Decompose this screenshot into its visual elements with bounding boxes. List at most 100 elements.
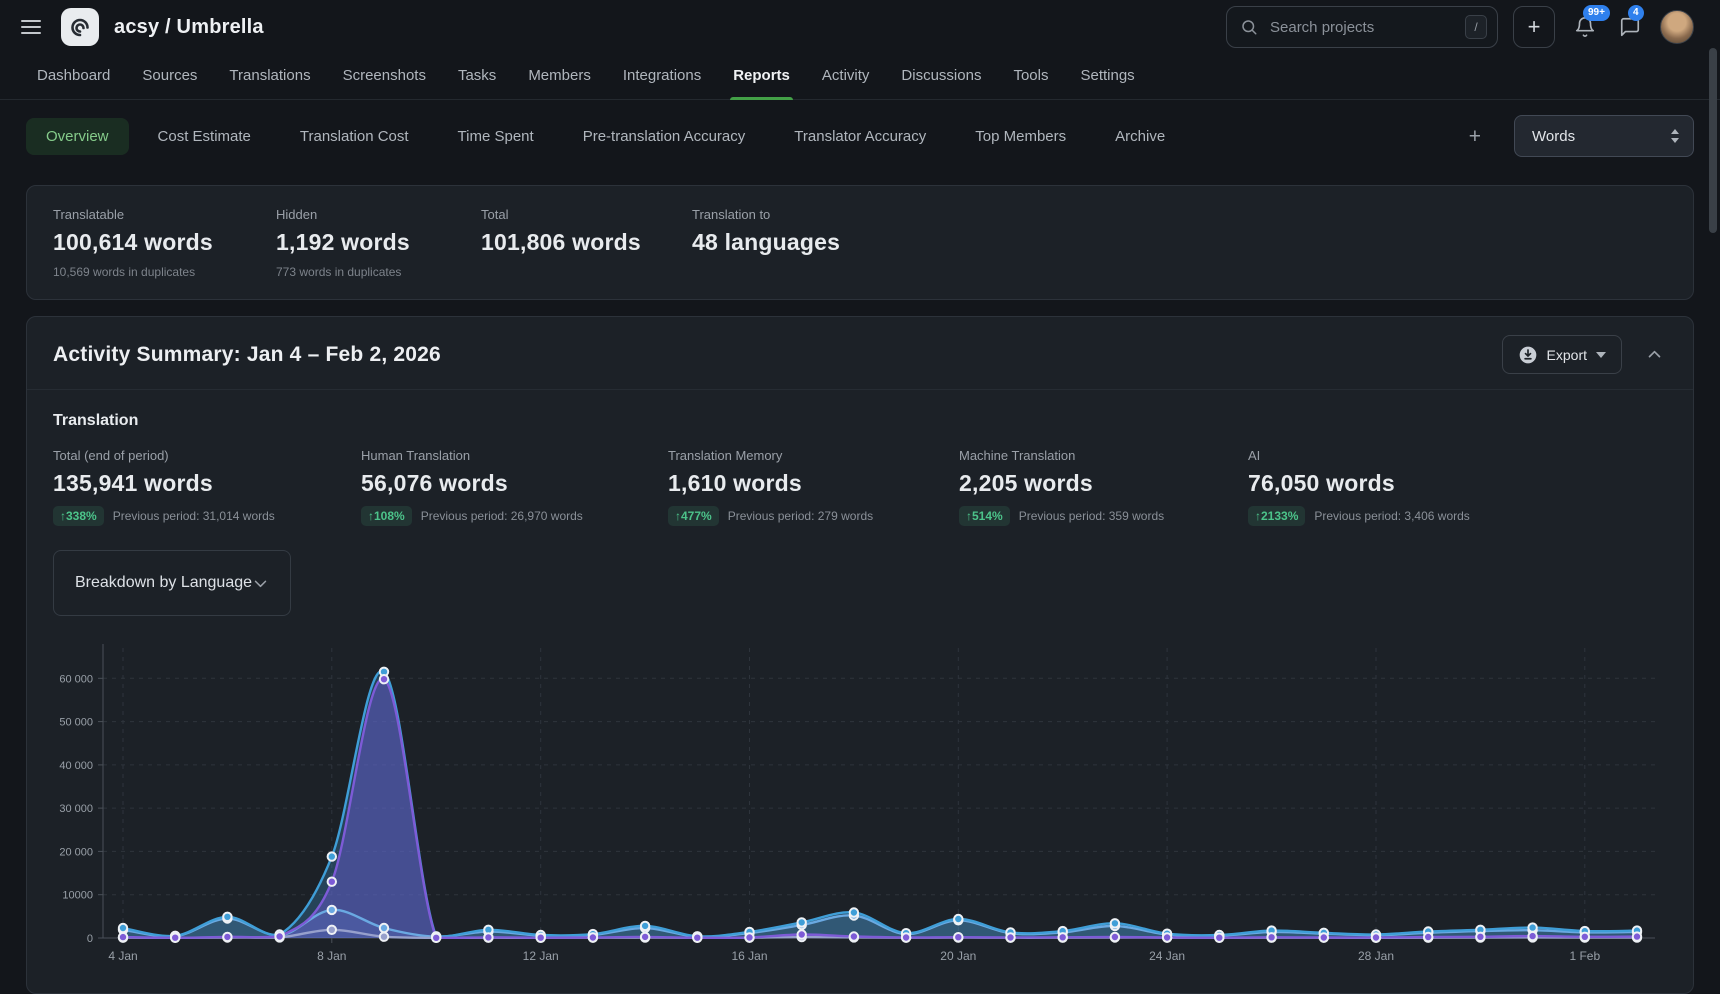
translation-stats-row: Total (end of period) 135,941 words ↑338… (53, 448, 1667, 526)
subtab-cost-estimate[interactable]: Cost Estimate (138, 118, 271, 155)
hamburger-menu-icon[interactable] (16, 15, 46, 39)
nav-item-tools[interactable]: Tools (1012, 54, 1049, 99)
breakdown-label: Breakdown by Language (75, 574, 252, 592)
svg-text:20 Jan: 20 Jan (940, 949, 976, 963)
search-input[interactable] (1268, 18, 1455, 37)
unit-select-value: Words (1532, 128, 1575, 145)
stat-label: Translation to (692, 207, 1667, 222)
previous-period-text: Previous period: 3,406 words (1314, 509, 1469, 523)
activity-chart-wrap: 01000020 00030 00040 00050 00060 0004 Ja… (27, 616, 1693, 993)
words-summary-card: Translatable 100,614 words 10,569 words … (26, 185, 1694, 300)
chevron-up-icon (1646, 346, 1663, 363)
messages-button[interactable]: 4 (1615, 12, 1645, 42)
scrollbar-thumb[interactable] (1709, 48, 1717, 233)
search-box[interactable]: / (1226, 6, 1498, 48)
stat-value: 48 languages (692, 229, 1667, 256)
svg-text:28 Jan: 28 Jan (1358, 949, 1394, 963)
user-avatar[interactable] (1660, 10, 1694, 44)
svg-text:16 Jan: 16 Jan (731, 949, 767, 963)
create-project-button[interactable]: + (1513, 6, 1555, 48)
stat-value: 1,192 words (276, 229, 481, 256)
subtab-overview[interactable]: Overview (26, 118, 129, 155)
nav-item-members[interactable]: Members (527, 54, 592, 99)
svg-text:12 Jan: 12 Jan (523, 949, 559, 963)
delta-badge: ↑514% (959, 506, 1010, 526)
svg-text:20 000: 20 000 (59, 846, 93, 858)
nav-item-screenshots[interactable]: Screenshots (342, 54, 427, 99)
add-report-button[interactable]: + (1457, 122, 1493, 151)
svg-text:0: 0 (87, 933, 93, 945)
nav-item-tasks[interactable]: Tasks (457, 54, 497, 99)
stat-translatable: Translatable 100,614 words 10,569 words … (53, 207, 276, 279)
svg-text:1 Feb: 1 Feb (1569, 949, 1600, 963)
translation-section: Translation Total (end of period) 135,94… (27, 390, 1693, 526)
nav-item-sources[interactable]: Sources (141, 54, 198, 99)
svg-text:50 000: 50 000 (59, 717, 93, 729)
stat-translation-to: Translation to 48 languages (692, 207, 1667, 279)
svg-text:30 000: 30 000 (59, 803, 93, 815)
nav-item-dashboard[interactable]: Dashboard (36, 54, 111, 99)
stat-value: 1,610 words (668, 470, 959, 497)
previous-period-text: Previous period: 279 words (728, 509, 873, 523)
svg-text:40 000: 40 000 (59, 760, 93, 772)
reports-subnav: Overview Cost Estimate Translation Cost … (0, 100, 1720, 171)
subtab-time-spent[interactable]: Time Spent (438, 118, 554, 155)
stat-label: Translation Memory (668, 448, 959, 463)
stat-machine-translation: Machine Translation 2,205 words ↑514% Pr… (959, 448, 1248, 526)
stat-ai: AI 76,050 words ↑2133% Previous period: … (1248, 448, 1667, 526)
stat-human-translation: Human Translation 56,076 words ↑108% Pre… (361, 448, 668, 526)
content: Translatable 100,614 words 10,569 words … (0, 171, 1720, 994)
activity-header: Activity Summary: Jan 4 – Feb 2, 2026 Ex… (27, 317, 1693, 389)
activity-title: Activity Summary: Jan 4 – Feb 2, 2026 (53, 343, 1502, 367)
stat-value: 101,806 words (481, 229, 692, 256)
stat-label: Machine Translation (959, 448, 1248, 463)
previous-period-text: Previous period: 359 words (1019, 509, 1164, 523)
download-icon (1518, 345, 1538, 365)
translation-section-title: Translation (53, 412, 1667, 430)
subtab-archive[interactable]: Archive (1095, 118, 1185, 155)
stat-label: Total (end of period) (53, 448, 361, 463)
stat-value: 56,076 words (361, 470, 668, 497)
svg-text:8 Jan: 8 Jan (317, 949, 346, 963)
activity-summary-card: Activity Summary: Jan 4 – Feb 2, 2026 Ex… (26, 316, 1694, 994)
svg-text:24 Jan: 24 Jan (1149, 949, 1185, 963)
nav-item-activity[interactable]: Activity (821, 54, 871, 99)
messages-badge: 4 (1628, 5, 1644, 21)
select-arrows-icon (1670, 128, 1680, 144)
caret-down-icon (1596, 352, 1606, 358)
stat-value: 100,614 words (53, 229, 276, 256)
nav-item-integrations[interactable]: Integrations (622, 54, 702, 99)
subtab-translation-cost[interactable]: Translation Cost (280, 118, 429, 155)
nav-item-reports[interactable]: Reports (732, 54, 791, 99)
svg-text:4 Jan: 4 Jan (108, 949, 137, 963)
nav-item-translations[interactable]: Translations (228, 54, 311, 99)
collapse-section-button[interactable] (1640, 340, 1669, 369)
stat-hidden: Hidden 1,192 words 773 words in duplicat… (276, 207, 481, 279)
export-button[interactable]: Export (1502, 335, 1622, 374)
chevron-down-icon (252, 575, 269, 592)
stat-total: Total 101,806 words (481, 207, 692, 279)
stat-note: 773 words in duplicates (276, 265, 481, 279)
nav-item-settings[interactable]: Settings (1079, 54, 1135, 99)
search-shortcut-key: / (1465, 15, 1487, 39)
subtab-top-members[interactable]: Top Members (955, 118, 1086, 155)
notifications-button[interactable]: 99+ (1570, 12, 1600, 42)
stat-value: 135,941 words (53, 470, 361, 497)
delta-badge: ↑338% (53, 506, 104, 526)
breakdown-by-language-panel[interactable]: Breakdown by Language (53, 550, 291, 616)
subtab-pre-translation-accuracy[interactable]: Pre-translation Accuracy (563, 118, 766, 155)
stat-note: 10,569 words in duplicates (53, 265, 276, 279)
stat-total-end-of-period: Total (end of period) 135,941 words ↑338… (53, 448, 361, 526)
stat-value: 2,205 words (959, 470, 1248, 497)
stat-value: 76,050 words (1248, 470, 1667, 497)
previous-period-text: Previous period: 26,970 words (421, 509, 583, 523)
app-logo[interactable] (61, 8, 99, 46)
logo-swirl-icon (68, 15, 92, 39)
stat-label: Translatable (53, 207, 276, 222)
activity-chart: 01000020 00030 00040 00050 00060 0004 Ja… (47, 642, 1667, 984)
previous-period-text: Previous period: 31,014 words (113, 509, 275, 523)
nav-item-discussions[interactable]: Discussions (900, 54, 982, 99)
unit-select[interactable]: Words (1514, 115, 1694, 157)
subtab-translator-accuracy[interactable]: Translator Accuracy (774, 118, 946, 155)
svg-text:60 000: 60 000 (59, 673, 93, 685)
